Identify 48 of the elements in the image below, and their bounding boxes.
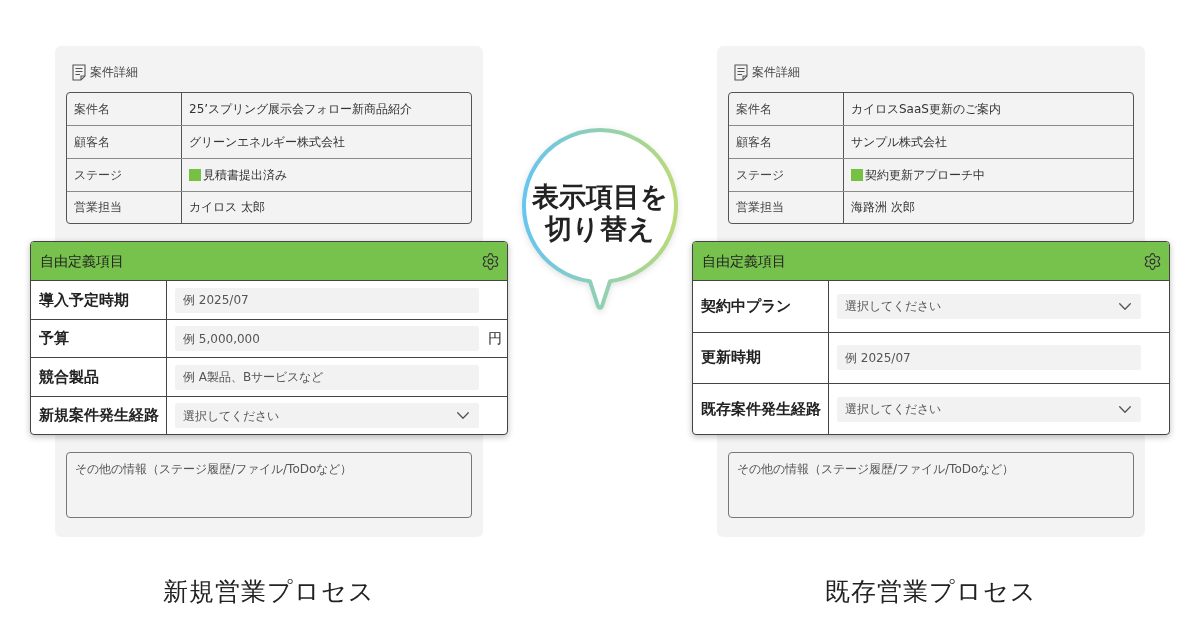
table-label: 顧客名 xyxy=(736,133,772,151)
field-label: 導入予定時期 xyxy=(39,289,129,311)
table-label: ステージ xyxy=(736,166,784,184)
settings-icon[interactable] xyxy=(1143,251,1162,271)
table-label: 営業担当 xyxy=(736,199,784,217)
process-caption: 新規営業プロセス xyxy=(163,576,375,609)
table-value: 25’スプリング展示会フォロー新商品紹介 xyxy=(189,101,413,118)
field-label: 既存案件発生経路 xyxy=(701,398,821,420)
chevron-down-icon xyxy=(1119,405,1131,413)
input-field[interactable]: 例 A製品、Bサービスなど xyxy=(175,364,479,390)
table-value: 見積書提出済み xyxy=(203,166,287,184)
table-label: 顧客名 xyxy=(74,133,110,151)
section-title: 案件詳細 xyxy=(90,64,138,81)
bubble-text: 切り替え xyxy=(545,213,655,245)
table-value: サンプル株式会社 xyxy=(851,133,947,151)
panel-title: 自由定義項目 xyxy=(702,251,786,271)
unit-label: 円 xyxy=(488,329,502,348)
table-value: カイロスSaaS更新のご案内 xyxy=(851,101,1001,118)
table-value: グリーンエネルギー株式会社 xyxy=(189,133,345,151)
select-field[interactable]: 選択してください xyxy=(837,396,1141,422)
document-icon xyxy=(72,63,86,81)
field-label: 競合製品 xyxy=(39,366,99,388)
panel-title: 自由定義項目 xyxy=(40,251,124,271)
table-label: 営業担当 xyxy=(74,199,122,217)
notes-field[interactable]: その他の情報（ステージ履歴/ファイル/ToDoなど） xyxy=(728,452,1134,519)
table-label: 案件名 xyxy=(74,101,110,118)
table-label: ステージ xyxy=(74,166,122,184)
process-caption: 既存営業プロセス xyxy=(825,576,1037,609)
section-title: 案件詳細 xyxy=(752,64,800,81)
select-field[interactable]: 選択してください xyxy=(837,293,1141,319)
field-label: 新規案件発生経路 xyxy=(39,405,159,427)
field-label: 契約中プラン xyxy=(701,296,791,318)
select-field[interactable]: 選択してください xyxy=(175,403,479,428)
input-field[interactable]: 例 2025/07 xyxy=(175,287,479,313)
bubble-text: 表示項目を xyxy=(532,181,668,213)
table-label: 案件名 xyxy=(736,101,772,118)
field-label: 予算 xyxy=(39,328,69,350)
input-field[interactable]: 例 2025/07 xyxy=(837,345,1141,371)
notes-field[interactable]: その他の情報（ステージ履歴/ファイル/ToDoなど） xyxy=(66,452,472,519)
table-value: 契約更新アプローチ中 xyxy=(865,166,985,184)
input-field[interactable]: 例 5,000,000 xyxy=(175,326,479,351)
chevron-down-icon xyxy=(457,412,469,419)
table-value: 海路洲 次郎 xyxy=(851,199,915,217)
chevron-down-icon xyxy=(1119,302,1131,310)
document-icon xyxy=(734,63,748,81)
table-value: カイロス 太郎 xyxy=(189,199,265,217)
settings-icon[interactable] xyxy=(481,251,500,271)
field-label: 更新時期 xyxy=(701,347,761,369)
